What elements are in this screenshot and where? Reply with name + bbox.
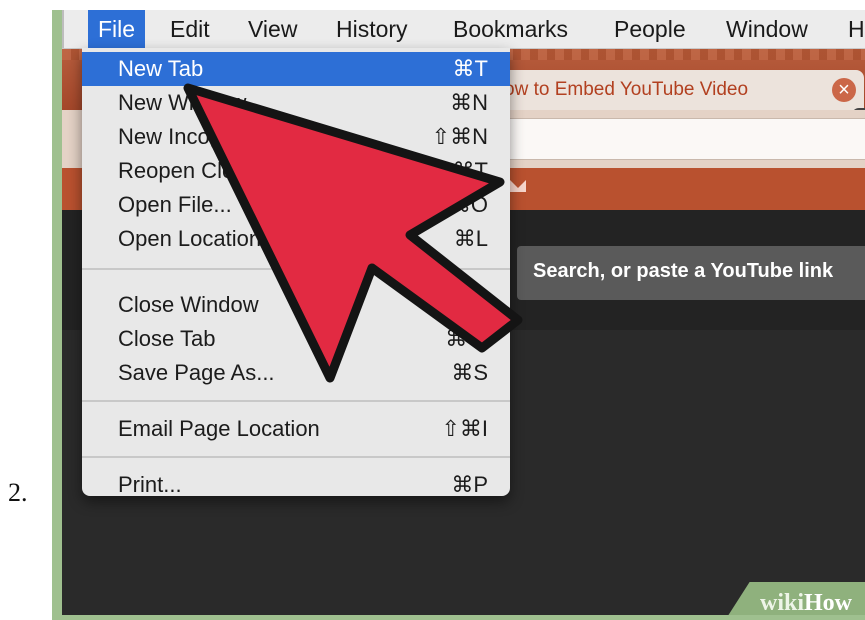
menu-separator (82, 268, 510, 270)
menu-edit[interactable]: Edit (170, 10, 210, 48)
menu-item-shortcut: ⇧⌘W (426, 292, 488, 317)
menu-item-shortcut: ⇧⌘T (434, 158, 488, 183)
mail-icon[interactable] (510, 180, 526, 192)
menu-window[interactable]: Window (726, 10, 808, 48)
menu-bar: File Edit View History Bookmarks People … (62, 10, 865, 49)
menu-file[interactable]: File (88, 10, 146, 48)
search-placeholder: Search, or paste a YouTube link (533, 260, 834, 282)
screenshot-frame: ow to Embed YouTube Video × Search, or p… (52, 10, 865, 620)
address-bar[interactable] (492, 118, 865, 160)
menu-item-new-window[interactable]: New Window ⌘N (82, 86, 510, 120)
menu-item-close-tab[interactable]: Close Tab ⌘W (82, 322, 510, 356)
menu-item-label: Open File... (118, 192, 232, 217)
menu-separator (82, 456, 510, 458)
file-menu: New Tab ⌘T New Window ⌘N New Incognito W… (82, 48, 510, 497)
watermark-how: How (804, 590, 853, 615)
browser-tab[interactable]: ow to Embed YouTube Video × (492, 70, 864, 110)
menu-item-shortcut: ⇧⌘I (441, 416, 488, 441)
menu-item-shortcut: ⇧⌘N (431, 124, 488, 149)
menubar-edge (62, 10, 64, 48)
menu-item-shortcut: ⌘N (450, 90, 488, 115)
menu-item-shortcut: ⌘P (451, 472, 488, 497)
watermark-wiki: wiki (760, 590, 805, 615)
menu-item-close-window[interactable]: Close Window ⇧⌘W (82, 288, 510, 322)
menu-item-label: Print... (118, 472, 182, 497)
step-number: 2. (8, 478, 28, 507)
menu-item-shortcut: ⌘L (453, 226, 488, 251)
menu-item-label: Save Page As... (118, 360, 275, 385)
menu-item-label: Close Window (118, 292, 259, 317)
menu-people[interactable]: People (614, 10, 686, 48)
mac-screen: ow to Embed YouTube Video × Search, or p… (62, 10, 865, 615)
menu-item-new-tab[interactable]: New Tab ⌘T (82, 52, 510, 86)
menu-item-label: Reopen Closed Tab (118, 158, 311, 183)
menu-item-label: Open Location... (118, 226, 280, 251)
menu-item-print[interactable]: Print... ⌘P (82, 468, 510, 502)
watermark-text: wikiHow (760, 590, 852, 615)
menu-item-email-page-location[interactable]: Email Page Location ⇧⌘I (82, 412, 510, 446)
menu-item-shortcut: ⌘S (451, 360, 488, 385)
menu-item-label: New Window (118, 90, 247, 115)
menu-item-reopen-closed-tab[interactable]: Reopen Closed Tab ⇧⌘T (82, 154, 510, 188)
menu-help[interactable]: H (848, 10, 865, 48)
menu-item-label: Email Page Location (118, 416, 320, 441)
menu-item-open-file[interactable]: Open File... ⌘O (82, 188, 510, 222)
menu-item-shortcut: ⌘W (445, 326, 488, 351)
menu-item-new-incognito-window[interactable]: New Incognito Window ⇧⌘N (82, 120, 510, 154)
menu-item-shortcut: ⌘O (448, 192, 488, 217)
menu-item-label: New Incognito Window (118, 124, 342, 149)
menu-view[interactable]: View (248, 10, 297, 48)
menu-separator (82, 400, 510, 402)
menu-item-shortcut: ⌘T (452, 56, 488, 81)
menu-item-label: Close Tab (118, 326, 216, 351)
tab-title: ow to Embed YouTube Video (504, 79, 749, 100)
tab-close-icon[interactable]: × (832, 78, 856, 102)
menu-bookmarks[interactable]: Bookmarks (453, 10, 568, 48)
youtube-search-input[interactable]: Search, or paste a YouTube link (517, 246, 865, 300)
menu-item-save-page-as[interactable]: Save Page As... ⌘S (82, 356, 510, 390)
menu-item-open-location[interactable]: Open Location... ⌘L (82, 222, 510, 256)
menu-item-label: New Tab (118, 56, 204, 81)
menu-history[interactable]: History (336, 10, 408, 48)
